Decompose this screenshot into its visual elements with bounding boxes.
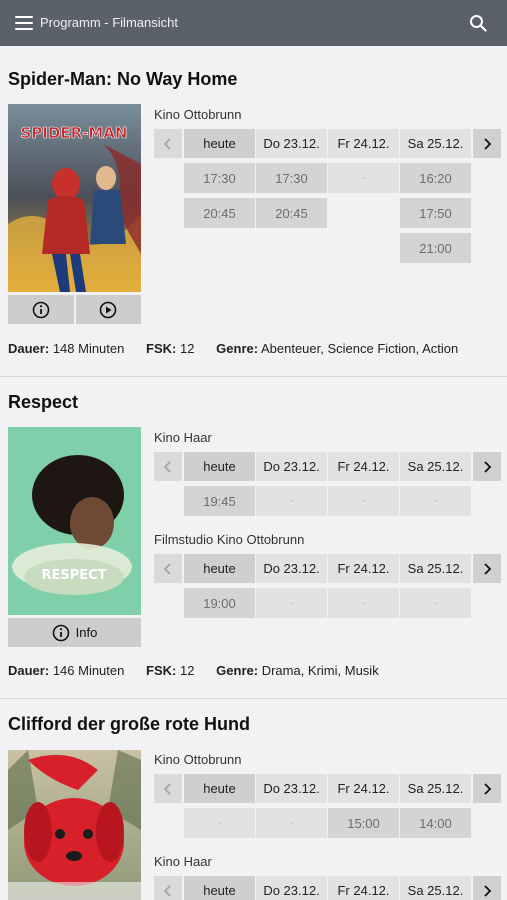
poster-title-text: SPIDER-MAN: [21, 124, 128, 142]
poster-buttons: Info: [8, 618, 141, 647]
info-button-label: Info: [75, 625, 98, 640]
divider: [0, 698, 507, 699]
prev-day-button[interactable]: [154, 774, 182, 803]
next-day-button[interactable]: [473, 129, 501, 158]
info-icon: [52, 624, 69, 641]
cinema-name: Kino Ottobrunn: [154, 752, 242, 767]
day-tab[interactable]: Fr 24.12.: [328, 452, 399, 481]
chevron-right-icon: [484, 137, 492, 150]
day-tab[interactable]: Fr 24.12.: [328, 774, 399, 803]
day-tab[interactable]: Sa 25.12.: [400, 129, 471, 158]
prev-day-button[interactable]: [154, 876, 182, 900]
no-showtime: -: [256, 588, 327, 618]
movie-meta: Dauer: 148 Minuten FSK: 12 Genre: Abente…: [8, 341, 459, 356]
chevron-right-icon: [484, 460, 492, 473]
next-day-button[interactable]: [473, 554, 501, 583]
divider: [0, 376, 507, 377]
no-showtime: -: [328, 486, 399, 516]
showtime-button[interactable]: 14:00: [400, 808, 471, 838]
movie-meta: Dauer: 146 Minuten FSK: 12 Genre: Drama,…: [8, 663, 379, 678]
movie-poster[interactable]: [8, 750, 141, 900]
schedule-grid: heute Do 23.12. Fr 24.12. Sa 25.12.: [154, 876, 501, 900]
poster-buttons: [8, 295, 141, 324]
movie-title: Clifford der große rote Hund: [8, 714, 250, 734]
day-tab[interactable]: Do 23.12.: [256, 774, 327, 803]
next-day-button[interactable]: [473, 452, 501, 481]
showtime-button[interactable]: 19:00: [184, 588, 255, 618]
prev-day-button[interactable]: [154, 129, 182, 158]
trailer-button[interactable]: [75, 295, 141, 324]
no-showtime: -: [400, 588, 471, 618]
showtime-button[interactable]: 20:45: [256, 198, 327, 228]
poster-title-text: RESPECT: [41, 568, 106, 583]
day-tab[interactable]: Do 23.12.: [256, 876, 327, 900]
showtime-button[interactable]: 19:45: [184, 486, 255, 516]
chevron-left-icon: [163, 562, 171, 575]
no-showtime: -: [328, 163, 399, 193]
day-tab[interactable]: Do 23.12.: [256, 129, 327, 158]
no-showtime: -: [400, 486, 471, 516]
movie-title: Respect: [8, 392, 79, 412]
showtime-button[interactable]: 17:30: [184, 163, 255, 193]
showtime-button[interactable]: 17:30: [256, 163, 327, 193]
showtime-button[interactable]: 21:00: [400, 233, 471, 263]
day-tab[interactable]: Fr 24.12.: [328, 876, 399, 900]
top-bar: Programm - Filmansicht: [0, 0, 507, 46]
day-tab[interactable]: Fr 24.12.: [328, 554, 399, 583]
chevron-left-icon: [163, 460, 171, 473]
day-tab[interactable]: heute: [184, 452, 255, 481]
cinema-name: Filmstudio Kino Ottobrunn: [154, 532, 305, 547]
day-tab[interactable]: Do 23.12.: [256, 452, 327, 481]
info-button[interactable]: Info: [8, 618, 141, 647]
day-tab[interactable]: Sa 25.12.: [400, 554, 471, 583]
chevron-left-icon: [163, 782, 171, 795]
cinema-name: Kino Ottobrunn: [154, 107, 242, 122]
day-tab[interactable]: Sa 25.12.: [400, 452, 471, 481]
chevron-left-icon: [163, 884, 171, 897]
chevron-right-icon: [484, 782, 492, 795]
showtime-button[interactable]: 20:45: [184, 198, 255, 228]
prev-day-button[interactable]: [154, 452, 182, 481]
search-icon[interactable]: [469, 14, 487, 32]
day-tab[interactable]: Sa 25.12.: [400, 774, 471, 803]
chevron-right-icon: [484, 562, 492, 575]
info-icon: [32, 301, 50, 318]
chevron-left-icon: [163, 137, 171, 150]
no-showtime: -: [256, 486, 327, 516]
day-tab[interactable]: heute: [184, 876, 255, 900]
next-day-button[interactable]: [473, 774, 501, 803]
menu-icon[interactable]: [15, 16, 33, 30]
page-title: Programm - Filmansicht: [40, 15, 178, 30]
day-tab[interactable]: heute: [184, 129, 255, 158]
movie-poster[interactable]: SPIDER-MAN: [8, 104, 141, 292]
no-showtime: -: [184, 808, 255, 838]
movie-title: Spider-Man: No Way Home: [8, 69, 238, 89]
info-button[interactable]: [8, 295, 74, 324]
showtime-button[interactable]: 16:20: [400, 163, 471, 193]
day-tab[interactable]: Fr 24.12.: [328, 129, 399, 158]
movie-poster[interactable]: RESPECT: [8, 427, 141, 615]
day-tab[interactable]: heute: [184, 554, 255, 583]
cinema-name: Kino Haar: [154, 430, 212, 445]
day-tab[interactable]: Sa 25.12.: [400, 876, 471, 900]
no-showtime: -: [328, 588, 399, 618]
chevron-right-icon: [484, 884, 492, 897]
showtime-button[interactable]: 15:00: [328, 808, 399, 838]
next-day-button[interactable]: [473, 876, 501, 900]
showtime-button[interactable]: 17:50: [400, 198, 471, 228]
cinema-name: Kino Haar: [154, 854, 212, 869]
play-icon: [99, 301, 117, 318]
prev-day-button[interactable]: [154, 554, 182, 583]
no-showtime: -: [256, 808, 327, 838]
day-tab[interactable]: heute: [184, 774, 255, 803]
day-tab[interactable]: Do 23.12.: [256, 554, 327, 583]
